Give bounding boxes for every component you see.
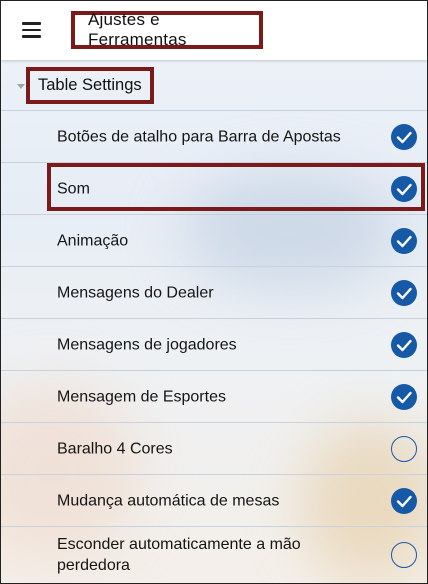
collapse-arrow-icon [17, 84, 25, 89]
checked-circle-icon[interactable] [391, 487, 417, 514]
setting-row[interactable]: Som [1, 162, 427, 214]
checked-circle-icon[interactable] [391, 331, 417, 358]
setting-label: Mensagens do Dealer [57, 284, 214, 301]
setting-row[interactable]: Mensagens de jogadores [1, 318, 427, 370]
setting-row[interactable]: Esconder automaticamente a mão perdedora [1, 526, 427, 582]
checked-circle-icon[interactable] [391, 227, 417, 254]
unchecked-circle-icon[interactable] [391, 435, 417, 462]
checked-circle-icon[interactable] [391, 383, 417, 410]
section-title: Table Settings [26, 67, 154, 104]
setting-row[interactable]: Mensagem de Esportes [1, 370, 427, 422]
setting-label: Animação [57, 232, 129, 249]
setting-label: Mensagens de jogadores [57, 336, 237, 353]
settings-screen: Ajustes e Ferramentas Table Settings Bot… [0, 0, 428, 584]
setting-label: Mudança automática de mesas [57, 492, 280, 509]
setting-label: Mensagem de Esportes [57, 388, 226, 405]
setting-row[interactable]: Animação [1, 214, 427, 266]
setting-row[interactable]: Baralho 4 Cores [1, 422, 427, 474]
setting-label: Esconder automaticamente a mão perdedora [57, 535, 301, 574]
setting-label: Botões de atalho para Barra de Apostas [57, 128, 341, 145]
setting-row[interactable]: Mudança automática de mesas [1, 474, 427, 526]
page-title: Ajustes e Ferramentas [71, 10, 263, 49]
checked-circle-icon[interactable] [391, 279, 417, 306]
checked-circle-icon[interactable] [391, 123, 417, 150]
checked-circle-icon[interactable] [391, 175, 417, 202]
unchecked-circle-icon[interactable] [391, 541, 417, 568]
setting-label: Som [57, 180, 90, 197]
hamburger-menu-icon[interactable] [13, 15, 49, 45]
setting-label: Baralho 4 Cores [57, 440, 173, 457]
section-header-table-settings[interactable]: Table Settings [1, 60, 427, 110]
setting-row[interactable]: Botões de atalho para Barra de Apostas [1, 110, 427, 162]
setting-row[interactable]: Mensagens do Dealer [1, 266, 427, 318]
settings-list: Botões de atalho para Barra de Apostas So… [1, 110, 427, 582]
top-bar: Ajustes e Ferramentas [1, 1, 427, 60]
